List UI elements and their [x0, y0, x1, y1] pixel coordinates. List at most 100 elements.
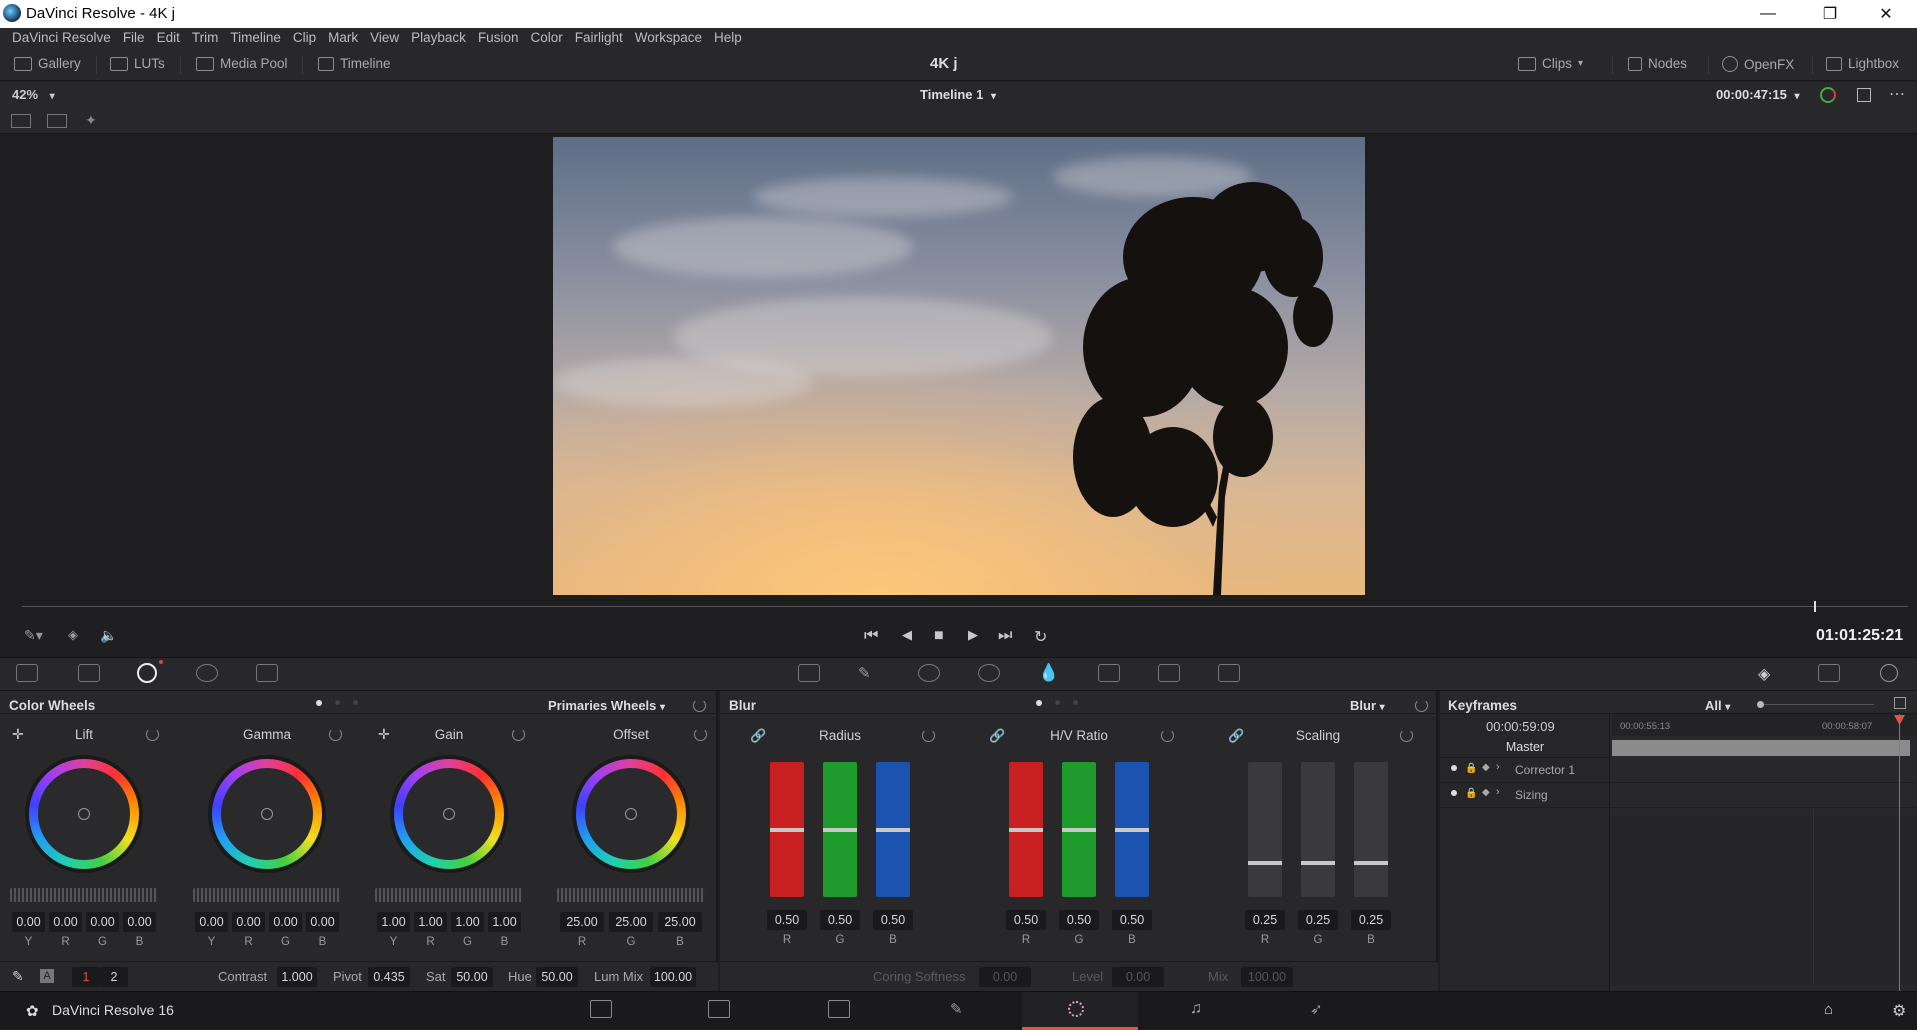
info-icon[interactable] — [1880, 664, 1898, 682]
more-options-icon[interactable]: ⋯ — [1889, 84, 1905, 104]
timeline-select[interactable]: Timeline 1 ▾ — [920, 87, 996, 102]
split-viewer-icon[interactable] — [47, 114, 67, 128]
skip-end-icon[interactable]: ⏭ — [998, 627, 1012, 645]
wheel-value-field[interactable]: 0.00 — [49, 912, 82, 932]
blur-bar-handle[interactable] — [876, 827, 910, 832]
blur-value-field[interactable]: 0.50 — [767, 910, 807, 930]
menu-clip[interactable]: Clip — [287, 28, 322, 50]
blur-mode-select[interactable]: Blur ▾ — [1350, 698, 1385, 713]
layers-icon[interactable]: ◈ — [68, 627, 78, 643]
menu-edit[interactable]: Edit — [151, 28, 186, 50]
blur-value-field[interactable]: 0.50 — [820, 910, 860, 930]
curves-icon[interactable] — [798, 664, 820, 682]
skip-start-icon[interactable]: ⏮ — [864, 627, 878, 645]
close-button[interactable]: ✕ — [1863, 0, 1909, 28]
viewer-image[interactable] — [553, 137, 1365, 595]
page-dot[interactable] — [1073, 700, 1078, 705]
scrub-playhead[interactable] — [1813, 601, 1816, 612]
reset-group-icon[interactable] — [1161, 729, 1174, 742]
color-page-icon[interactable] — [1068, 1001, 1084, 1017]
wheel-center-handle[interactable] — [261, 808, 273, 820]
page-dot-active[interactable] — [316, 700, 322, 706]
enable-dot-icon[interactable] — [1451, 790, 1457, 796]
keyframe-playhead[interactable] — [1899, 714, 1900, 991]
settings-icon[interactable]: ⚙ — [1892, 1001, 1906, 1021]
keyframe-area[interactable] — [1612, 816, 1917, 986]
color-match-icon[interactable] — [78, 664, 100, 682]
deliver-page-icon[interactable]: ➶ — [1310, 1000, 1332, 1018]
link-icon[interactable]: 🔗 — [1228, 728, 1244, 744]
auto-balance-icon[interactable]: ✎ — [12, 968, 24, 985]
master-wheel-slider[interactable] — [557, 888, 705, 902]
blur-bar-handle[interactable] — [1115, 827, 1149, 832]
wheel-value-field[interactable]: 0.00 — [123, 912, 156, 932]
lum-mix-field[interactable]: 100.00 — [650, 967, 696, 987]
clips-button[interactable]: Clips ▾ — [1518, 56, 1583, 71]
blur-bar-handle[interactable] — [1009, 827, 1043, 832]
menu-mark[interactable]: Mark — [322, 28, 364, 50]
blur-value-field[interactable]: 0.25 — [1298, 910, 1338, 930]
luts-button[interactable]: LUTs — [110, 56, 165, 71]
crosshair-icon[interactable]: ✛ — [378, 726, 390, 743]
single-viewer-icon[interactable] — [11, 114, 31, 128]
fullscreen-icon[interactable] — [1857, 88, 1871, 102]
reset-wheel-icon[interactable] — [329, 728, 342, 741]
blur-bar-handle[interactable] — [1354, 861, 1388, 866]
reset-all-icon[interactable] — [693, 699, 706, 712]
page-2-button[interactable]: 2 — [100, 967, 128, 987]
blur-bar-handle[interactable] — [1301, 861, 1335, 866]
pivot-field[interactable]: 0.435 — [368, 967, 410, 987]
page-1-button[interactable]: 1 — [72, 967, 100, 987]
menu-fusion[interactable]: Fusion — [472, 28, 525, 50]
minimize-button[interactable]: — — [1745, 0, 1791, 28]
page-dot[interactable] — [353, 700, 358, 705]
crosshair-icon[interactable]: ✛ — [12, 726, 24, 743]
blur-value-field[interactable]: 0.50 — [1059, 910, 1099, 930]
wheel-center-handle[interactable] — [78, 808, 90, 820]
master-row[interactable]: Master — [1440, 736, 1610, 758]
stop-icon[interactable]: ■ — [934, 627, 944, 645]
media-page-icon[interactable] — [590, 1000, 612, 1018]
blur-bar-handle[interactable] — [1062, 827, 1096, 832]
menu-timeline[interactable]: Timeline — [224, 28, 287, 50]
blur-bar-handle[interactable] — [823, 827, 857, 832]
blur-channel-bar[interactable] — [1301, 762, 1335, 897]
reset-all-icon[interactable] — [1415, 699, 1428, 712]
mix-field[interactable]: 100.00 — [1241, 967, 1293, 987]
nodes-button[interactable]: Nodes — [1628, 56, 1687, 71]
master-wheel-slider[interactable] — [375, 888, 523, 902]
wheel-value-field[interactable]: 25.00 — [560, 912, 604, 932]
zoom-slider-track[interactable] — [1764, 704, 1874, 705]
wheel-value-field[interactable]: 1.00 — [377, 912, 410, 932]
motion-effects-icon[interactable] — [256, 664, 278, 682]
expand-icon[interactable] — [1894, 697, 1906, 709]
wheel-value-field[interactable]: 1.00 — [451, 912, 484, 932]
tracker-icon[interactable] — [978, 664, 1000, 682]
lock-icon[interactable]: 🔒 — [1465, 788, 1477, 799]
reset-group-icon[interactable] — [922, 729, 935, 742]
scopes-icon[interactable] — [1818, 664, 1840, 682]
menu-view[interactable]: View — [364, 28, 405, 50]
link-icon[interactable]: 🔗 — [750, 728, 766, 744]
wheel-center-handle[interactable] — [625, 808, 637, 820]
gallery-button[interactable]: Gallery — [14, 56, 81, 71]
sizing-row[interactable]: 🔒 ◆ › Sizing — [1440, 783, 1917, 808]
blur-value-field[interactable]: 0.25 — [1351, 910, 1391, 930]
cut-page-icon[interactable] — [708, 1000, 730, 1018]
menu-playback[interactable]: Playback — [405, 28, 472, 50]
reset-wheel-icon[interactable] — [146, 728, 159, 741]
sizing-icon[interactable] — [1158, 664, 1180, 682]
magic-wand-icon[interactable]: ✦ — [85, 112, 97, 129]
wheel-value-field[interactable]: 25.00 — [609, 912, 653, 932]
wheel-center-handle[interactable] — [443, 808, 455, 820]
diamond-icon[interactable]: ◆ — [1482, 787, 1490, 798]
page-dot[interactable] — [335, 700, 340, 705]
color-wheels-icon[interactable] — [137, 663, 157, 683]
contrast-field[interactable]: 1.000 — [277, 967, 317, 987]
qualifier-icon[interactable]: ✎ — [858, 664, 880, 682]
reset-group-icon[interactable] — [1400, 729, 1413, 742]
wheel-value-field[interactable]: 0.00 — [306, 912, 339, 932]
enable-dot-icon[interactable] — [1451, 765, 1457, 771]
menu-help[interactable]: Help — [708, 28, 748, 50]
blur-bar-handle[interactable] — [1248, 861, 1282, 866]
